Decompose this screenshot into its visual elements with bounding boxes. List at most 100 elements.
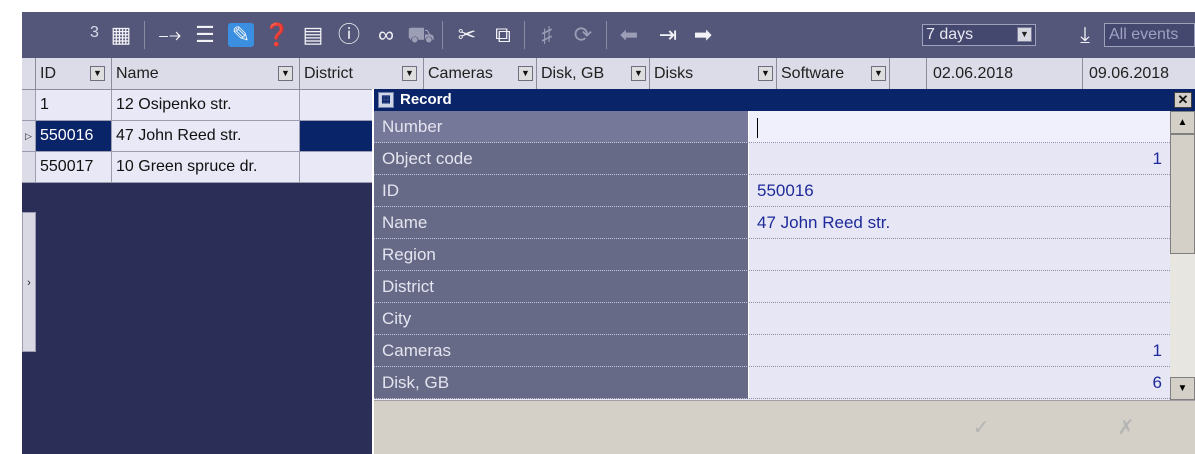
sort-filter-icon[interactable]: ⤓ [1072,23,1098,47]
field-label: Region [374,239,749,271]
dialog-title: Record [400,91,452,108]
clipboard-question-icon[interactable]: ❓ [263,23,290,47]
scroll-up-icon[interactable]: ▲ [1170,111,1195,134]
skip-forward-icon[interactable]: ⇥ [652,23,684,47]
panel-splitter[interactable]: › [22,212,36,352]
cell-name[interactable]: 10 Green spruce dr. [112,152,300,183]
cell-district[interactable] [300,121,380,152]
document-refresh-icon[interactable]: ♯ [534,23,560,47]
chevron-down-icon[interactable]: ▼ [402,66,417,81]
district-field[interactable] [749,271,1170,303]
cell-name[interactable]: 12 Osipenko str. [112,90,300,121]
column-header-software[interactable]: Software ▼ [777,58,890,89]
confirm-check-icon[interactable]: ✓ [966,415,996,441]
chevron-down-icon[interactable]: ▼ [278,66,293,81]
table-view-icon[interactable]: ▦ [108,23,134,47]
chevron-down-icon[interactable]: ▼ [518,66,533,81]
chevron-down-icon[interactable]: ▼ [1017,27,1032,42]
record-fields: Number Object code 1 ID 550016 Name 47 J… [374,111,1170,400]
column-header-label: ID [40,65,56,82]
dialog-footer: ✓ ✗ [374,400,1195,454]
record-dialog: ▦ Record ✕ Number Object code 1 ID 55001… [372,89,1195,454]
toolbar-separator [144,21,145,49]
period-select[interactable]: 7 days ▼ [922,24,1036,46]
period-select-value: 7 days [926,26,974,43]
field-label: Number [374,111,749,143]
field-row-city[interactable]: City [374,303,1170,335]
header-indicator [22,58,36,89]
column-header-label: Cameras [428,65,493,82]
cell-district[interactable] [300,152,380,183]
column-header-name[interactable]: Name ▼ [112,58,300,89]
column-header-disk-gb[interactable]: Disk, GB ▼ [537,58,650,89]
field-row-object-code[interactable]: Object code 1 [374,143,1170,175]
voicemail-icon[interactable]: ∞ [370,23,402,47]
record-count: 3 [90,24,99,41]
column-header-date[interactable]: 02.06.2018 [926,58,1082,89]
cell-district[interactable] [300,90,380,121]
chevron-down-icon[interactable]: ▼ [871,66,886,81]
current-row-arrow-icon: ▷ [22,121,36,152]
column-header-district[interactable]: District ▼ [300,58,424,89]
column-header-label: Disk, GB [541,65,605,82]
row-indicator [22,90,36,121]
field-label: Object code [374,143,749,175]
grid-header: ID ▼ Name ▼ District ▼ Cameras ▼ Disk, G… [22,58,1195,90]
disk-gb-field[interactable]: 6 [749,367,1170,399]
copy-icon[interactable]: ⧉ [490,23,516,47]
row-indicator [22,152,36,183]
scissors-icon[interactable]: ✂ [452,23,482,47]
scroll-thumb[interactable] [1170,134,1195,254]
region-field[interactable] [749,239,1170,271]
name-field[interactable]: 47 John Reed str. [749,207,1170,239]
id-field[interactable]: 550016 [749,175,1170,207]
object-code-field[interactable]: 1 [749,143,1170,175]
info-icon[interactable]: ⓘ [336,23,362,47]
toolbar-separator [524,21,525,49]
close-icon[interactable]: ✕ [1174,92,1192,108]
back-icon[interactable]: ⬅ [614,23,644,47]
event-filter-input[interactable]: All events [1104,23,1195,47]
edit-record-icon[interactable]: ✎ [228,23,254,47]
chevron-down-icon[interactable]: ▼ [90,66,105,81]
forward-icon[interactable]: ➡ [690,23,716,47]
toolbar-separator [442,21,443,49]
field-row-number[interactable]: Number [374,111,1170,143]
column-header-date[interactable]: 09.06.2018 [1082,58,1195,89]
cell-name[interactable]: 47 John Reed str. [112,121,300,152]
field-row-name[interactable]: Name 47 John Reed str. [374,207,1170,239]
column-header-id[interactable]: ID ▼ [36,58,112,89]
filter-list-icon[interactable]: ⤍ [156,23,184,47]
vertical-scrollbar[interactable]: ▲ ▼ [1170,111,1195,400]
chevron-down-icon[interactable]: ▼ [758,66,773,81]
field-row-id[interactable]: ID 550016 [374,175,1170,207]
dialog-title-bar[interactable]: ▦ Record ✕ [374,89,1195,111]
number-field[interactable] [749,111,1170,143]
refresh-icon[interactable]: ⟳ [570,23,596,47]
column-header-disks[interactable]: Disks ▼ [650,58,777,89]
field-row-district[interactable]: District [374,271,1170,303]
field-label: Name [374,207,749,239]
field-row-cameras[interactable]: Cameras 1 [374,335,1170,367]
app-window: 3 ▦ ⤍ ☰ ✎ ❓ ▤ ⓘ ∞ ⛟ ✂ ⧉ ♯ ⟳ ⬅ ⇥ ➡ 7 days… [22,12,1195,454]
column-header-label: Name [116,65,159,82]
chevron-down-icon[interactable]: ▼ [631,66,646,81]
cameras-field[interactable]: 1 [749,335,1170,367]
city-field[interactable] [749,303,1170,335]
tree-view-icon[interactable]: ☰ [192,23,218,47]
field-row-region[interactable]: Region [374,239,1170,271]
toolbar-separator [606,21,607,49]
cell-id[interactable]: 550016 [36,121,112,152]
field-row-disk-gb[interactable]: Disk, GB 6 [374,367,1170,399]
scroll-down-icon[interactable]: ▼ [1170,377,1195,400]
toolbar: 3 ▦ ⤍ ☰ ✎ ❓ ▤ ⓘ ∞ ⛟ ✂ ⧉ ♯ ⟳ ⬅ ⇥ ➡ 7 days… [22,12,1195,58]
document-list-icon[interactable]: ▤ [300,23,326,47]
truck-icon[interactable]: ⛟ [407,23,435,47]
cell-id[interactable]: 1 [36,90,112,121]
column-header-cameras[interactable]: Cameras ▼ [424,58,537,89]
cancel-x-icon[interactable]: ✗ [1111,415,1141,441]
field-label: Cameras [374,335,749,367]
column-header-label: Disks [654,65,694,82]
cell-id[interactable]: 550017 [36,152,112,183]
column-header-label: District [304,65,353,82]
